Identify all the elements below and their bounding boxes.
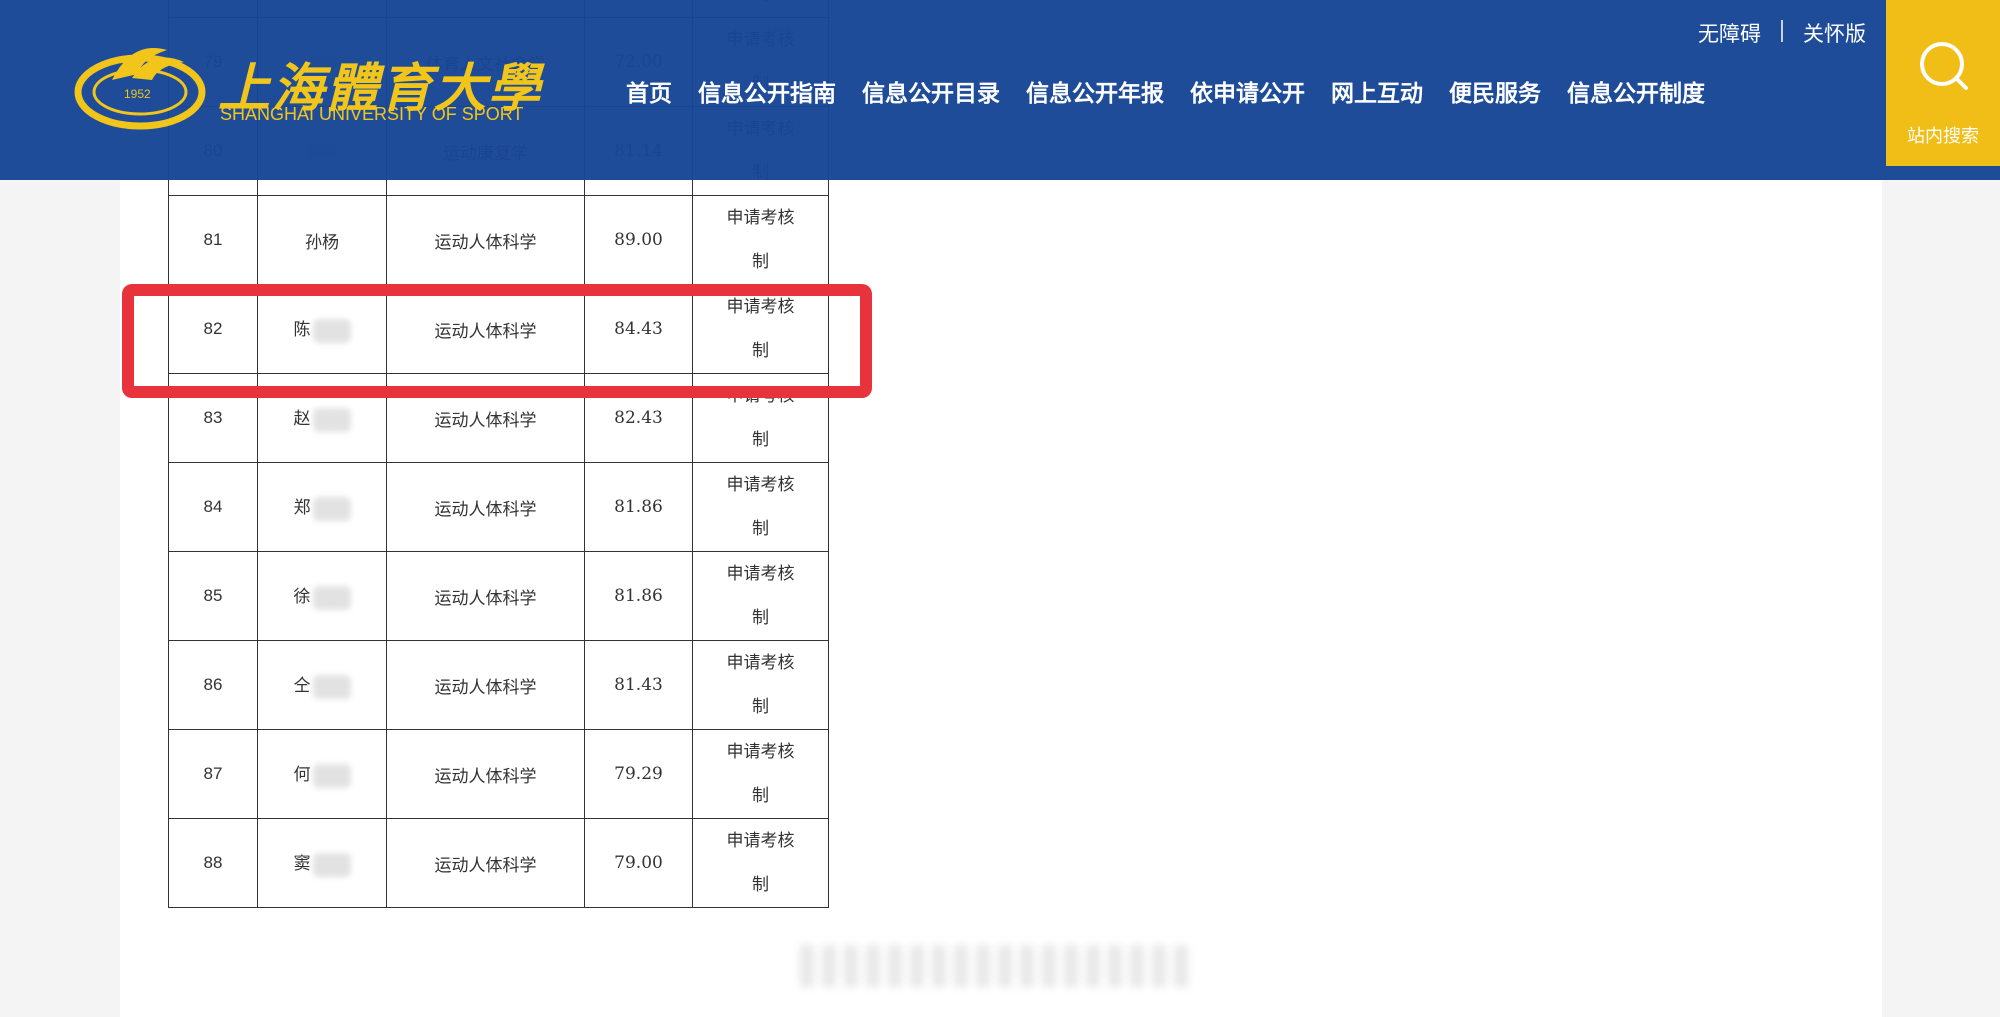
major: 运动人体科学 (386, 818, 585, 908)
table-row: 87 何运动人体科学 79.29 申请考核制 (168, 729, 829, 819)
admission-method-line2: 制 (752, 252, 769, 272)
table-row: 88 窦运动人体科学 79.00 申请考核制 (168, 818, 829, 908)
search-icon (1920, 42, 1968, 90)
admission-method-line2: 制 (752, 608, 769, 628)
nav-guide[interactable]: 信息公开指南 (698, 74, 836, 108)
candidate-name-text: 窦 (293, 854, 311, 875)
table-row: 86 仝运动人体科学 81.43 申请考核制 (168, 640, 829, 730)
candidate-name: 仝 (257, 640, 387, 730)
admission-method: 申请考核制 (692, 551, 829, 641)
site-search-button[interactable]: 站内搜索 (1886, 0, 2000, 166)
score: 89.00 (584, 195, 693, 285)
score: 81.86 (584, 551, 693, 641)
score: 79.00 (584, 818, 693, 908)
candidate-name-text: 郑 (293, 498, 311, 519)
logo-text-english[interactable]: SHANGHAI UNIVERSITY OF SPORT (220, 104, 523, 125)
admission-method: 申请考核制 (692, 640, 829, 730)
accessibility-link[interactable]: 无障碍 (1698, 18, 1761, 48)
candidate-name: 何 (257, 729, 387, 819)
score: 79.29 (584, 729, 693, 819)
admission-method-line1: 申请考核 (726, 831, 795, 851)
redaction-blur (312, 674, 351, 699)
row-number: 85 (168, 551, 258, 641)
admission-method: 申请考核制 (692, 462, 829, 552)
row-number: 84 (168, 462, 258, 552)
admission-method: 申请考核制 (692, 818, 829, 908)
candidate-name: 窦 (257, 818, 387, 908)
table-row: 85 徐运动人体科学 81.86 申请考核制 (168, 551, 829, 641)
admission-method-line1: 申请考核 (726, 475, 795, 495)
watermark-blur (800, 945, 1190, 987)
util-divider (1781, 20, 1783, 42)
table-row: 81 孙杨 运动人体科学 89.00 申请考核制 (168, 195, 829, 285)
admission-method-line2: 制 (752, 430, 769, 450)
major: 运动人体科学 (386, 462, 585, 552)
row-number: 81 (168, 195, 258, 285)
admission-method-line1: 申请考核 (726, 208, 795, 228)
admission-method-line2: 制 (752, 875, 769, 895)
candidate-name: 郑 (257, 462, 387, 552)
nav-catalog[interactable]: 信息公开目录 (862, 74, 1000, 108)
major: 运动人体科学 (386, 551, 585, 641)
candidate-name: 孙杨 (257, 195, 387, 285)
nav-interaction[interactable]: 网上互动 (1331, 74, 1423, 108)
candidate-name-text: 徐 (293, 587, 311, 608)
candidate-name-text: 何 (293, 765, 311, 786)
candidate-name-text: 仝 (293, 676, 311, 697)
redaction-blur (312, 496, 351, 521)
care-version-link[interactable]: 关怀版 (1803, 18, 1866, 48)
logo-year: 1952 (124, 87, 151, 101)
admission-method-line2: 制 (752, 519, 769, 539)
search-label: 站内搜索 (1907, 126, 1979, 147)
redaction-blur (312, 763, 351, 788)
admission-method-line2: 制 (752, 786, 769, 806)
admission-method-line1: 申请考核 (726, 564, 795, 584)
main-nav: 首页 信息公开指南 信息公开目录 信息公开年报 依申请公开 网上互动 便民服务 … (626, 74, 1731, 108)
redaction-blur (312, 585, 351, 610)
row-number: 86 (168, 640, 258, 730)
admission-method-line1: 申请考核 (726, 742, 795, 762)
admission-method-line2: 制 (752, 697, 769, 717)
table-row: 84 郑运动人体科学 81.86 申请考核制 (168, 462, 829, 552)
site-header: 1952 上海體育大學 SHANGHAI UNIVERSITY OF SPORT… (0, 0, 2000, 180)
nav-policy[interactable]: 信息公开制度 (1567, 74, 1705, 108)
candidate-name-text: 赵 (293, 409, 311, 430)
major: 运动人体科学 (386, 729, 585, 819)
nav-home[interactable]: 首页 (626, 74, 672, 108)
major: 运动人体科学 (386, 195, 585, 285)
redaction-blur (312, 852, 351, 877)
major: 运动人体科学 (386, 640, 585, 730)
candidate-name: 徐 (257, 551, 387, 641)
candidate-name-text: 孙杨 (305, 232, 339, 253)
nav-services[interactable]: 便民服务 (1449, 74, 1541, 108)
admission-method: 申请考核制 (692, 729, 829, 819)
admission-method: 申请考核制 (692, 195, 829, 285)
score: 81.86 (584, 462, 693, 552)
red-highlight-box (122, 284, 872, 398)
score: 81.43 (584, 640, 693, 730)
redaction-blur (312, 407, 351, 432)
row-number: 88 (168, 818, 258, 908)
admission-method-line1: 申请考核 (726, 653, 795, 673)
nav-annual-report[interactable]: 信息公开年报 (1026, 74, 1164, 108)
nav-request[interactable]: 依申请公开 (1190, 74, 1305, 108)
row-number: 87 (168, 729, 258, 819)
